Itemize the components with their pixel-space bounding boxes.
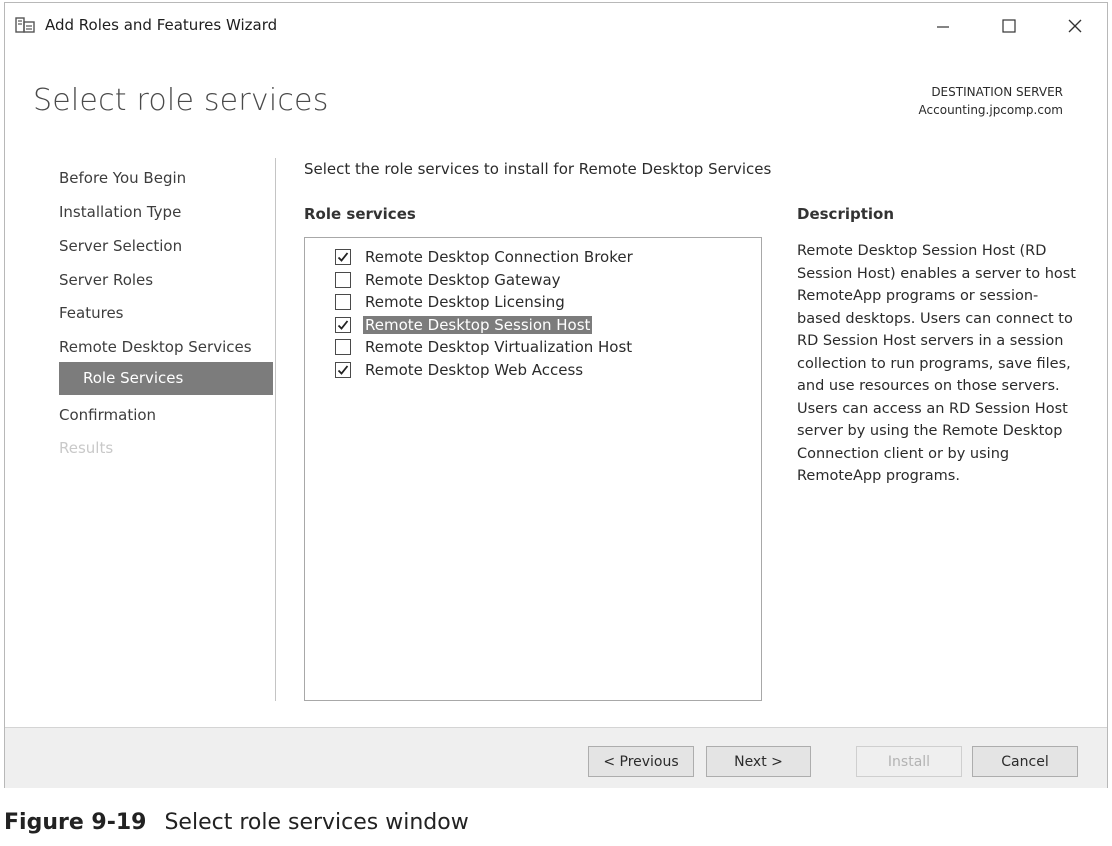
nav-item-remote-desktop-services[interactable]: Remote Desktop Services xyxy=(59,338,252,356)
window-title: Add Roles and Features Wizard xyxy=(45,16,278,34)
page-title: Select role services xyxy=(33,83,329,118)
destination-label: DESTINATION SERVER xyxy=(931,85,1063,99)
server-manager-icon xyxy=(15,16,35,34)
nav-item-role-services[interactable]: Role Services xyxy=(59,362,273,395)
role-item-session-host[interactable]: Remote Desktop Session Host xyxy=(335,315,593,335)
checkmark-icon xyxy=(337,252,349,262)
nav-item-server-roles[interactable]: Server Roles xyxy=(59,271,153,289)
close-icon xyxy=(1068,19,1082,33)
destination-server-name: Accounting.jpcomp.com xyxy=(918,103,1063,117)
close-button[interactable] xyxy=(1055,9,1095,43)
figure-caption-text: Select role services window xyxy=(164,810,469,835)
checkbox[interactable] xyxy=(335,339,351,355)
role-services-list[interactable]: Remote Desktop Connection Broker Remote … xyxy=(304,237,762,701)
role-label: Remote Desktop Session Host xyxy=(363,316,593,334)
role-services-header: Role services xyxy=(304,205,416,223)
role-item-connection-broker[interactable]: Remote Desktop Connection Broker xyxy=(335,247,635,267)
instruction-text: Select the role services to install for … xyxy=(304,160,772,178)
cancel-button[interactable]: Cancel xyxy=(972,746,1078,777)
install-button: Install xyxy=(856,746,962,777)
checkbox[interactable] xyxy=(335,272,351,288)
nav-divider xyxy=(275,158,276,701)
figure-caption: Figure 9-19 Select role services window xyxy=(4,810,469,835)
role-label: Remote Desktop Web Access xyxy=(365,361,584,379)
figure-number: Figure 9-19 xyxy=(4,810,147,835)
nav-item-server-selection[interactable]: Server Selection xyxy=(59,237,182,255)
title-bar: Add Roles and Features Wizard xyxy=(5,3,1107,47)
nav-item-results: Results xyxy=(59,439,114,457)
role-label: Remote Desktop Licensing xyxy=(365,293,565,311)
checkbox[interactable] xyxy=(335,317,351,333)
checkmark-icon xyxy=(337,320,349,330)
role-item-gateway[interactable]: Remote Desktop Gateway xyxy=(335,270,563,290)
nav-item-features[interactable]: Features xyxy=(59,304,124,322)
button-bar: < Previous Next > Install Cancel xyxy=(5,727,1107,788)
previous-button[interactable]: < Previous xyxy=(588,746,694,777)
role-item-licensing[interactable]: Remote Desktop Licensing xyxy=(335,292,567,312)
nav-item-before-you-begin[interactable]: Before You Begin xyxy=(59,169,186,187)
maximize-icon xyxy=(1002,19,1016,33)
next-button[interactable]: Next > xyxy=(706,746,811,777)
destination-server: DESTINATION SERVER Accounting.jpcomp.com xyxy=(919,83,1063,119)
role-item-virtualization-host[interactable]: Remote Desktop Virtualization Host xyxy=(335,337,634,357)
checkbox[interactable] xyxy=(335,294,351,310)
minimize-button[interactable] xyxy=(923,9,963,43)
description-header: Description xyxy=(797,205,895,223)
role-label: Remote Desktop Virtualization Host xyxy=(365,338,633,356)
wizard-window: Add Roles and Features Wizard Select rol… xyxy=(4,2,1108,788)
nav-item-installation-type[interactable]: Installation Type xyxy=(59,203,181,221)
minimize-icon xyxy=(937,26,949,28)
description-text: Remote Desktop Session Host (RD Session … xyxy=(797,243,1076,484)
nav-item-confirmation[interactable]: Confirmation xyxy=(59,406,156,424)
maximize-button[interactable] xyxy=(989,9,1029,43)
role-label: Remote Desktop Connection Broker xyxy=(365,248,633,266)
checkbox[interactable] xyxy=(335,249,351,265)
checkbox[interactable] xyxy=(335,362,351,378)
checkmark-icon xyxy=(337,365,349,375)
role-label: Remote Desktop Gateway xyxy=(365,271,561,289)
role-item-web-access[interactable]: Remote Desktop Web Access xyxy=(335,360,585,380)
